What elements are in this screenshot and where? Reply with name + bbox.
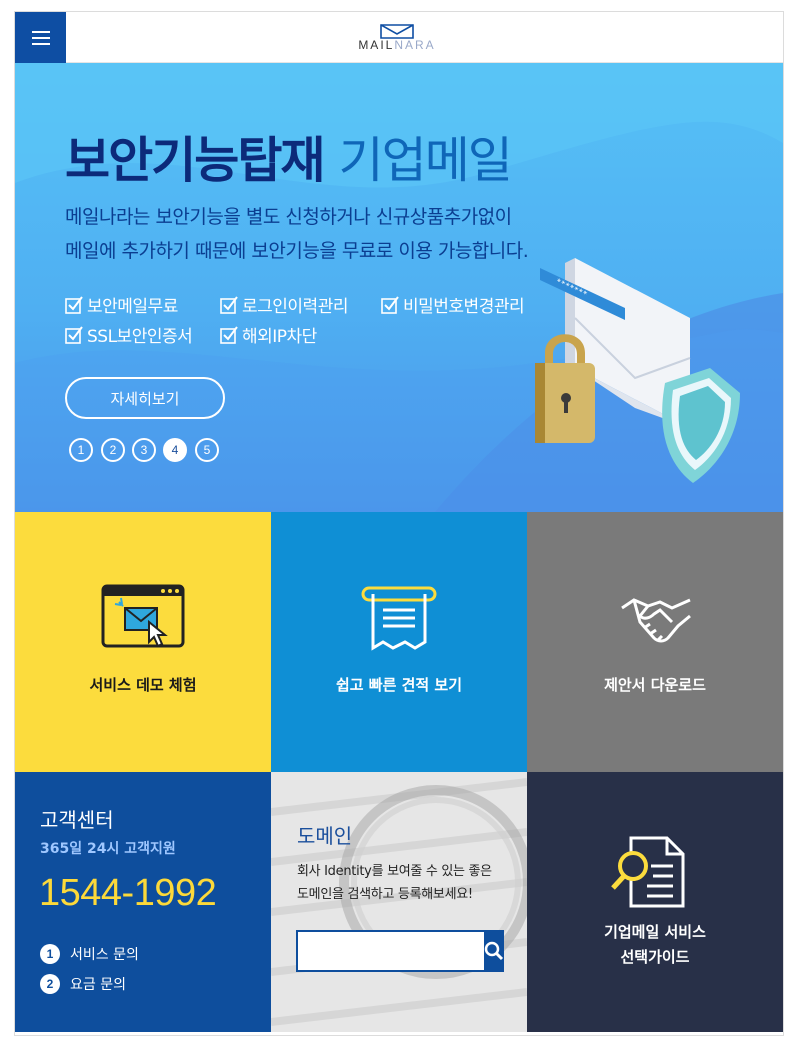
customer-center-panel: 고객센터 365일 24시 고객지원 1544-1992 1 서비스 문의 2 … xyxy=(15,772,271,1032)
magnifier-background-icon xyxy=(271,772,527,1032)
hero-description-line-1: 메일나라는 보안기능을 별도 신청하거나 신규상품추가없이 xyxy=(65,206,512,228)
hero-banner: 보안기능탑재 기업메일 메일나라는 보안기능을 별도 신청하거나 신규상품추가없… xyxy=(15,63,783,512)
tile-proposal-download-label: 제안서 다운로드 xyxy=(604,676,706,694)
shield-icon xyxy=(662,368,740,483)
guide-label-line-2: 선택가이드 xyxy=(620,948,690,966)
pricing-inquiry-link[interactable]: 2 요금 문의 xyxy=(40,974,126,994)
hero-title: 보안기능탑재 기업메일 xyxy=(65,121,513,192)
slide-dot-4[interactable]: 4 xyxy=(163,438,187,462)
pricing-inquiry-label: 요금 문의 xyxy=(70,977,126,993)
hero-description-line-2: 메일에 추가하기 때문에 보안기능을 무료로 이용 가능합니다. xyxy=(65,240,529,262)
handshake-icon xyxy=(621,598,691,643)
customer-center-title: 고객센터 xyxy=(40,808,114,832)
feature-login-history: 로그인이력관리 xyxy=(220,292,348,317)
domain-title: 도메인 xyxy=(297,824,353,848)
header: MAILNARA xyxy=(15,12,783,63)
more-details-button[interactable]: 자세히보기 xyxy=(65,377,225,419)
tile-service-demo[interactable]: 서비스 데모 체험 xyxy=(15,512,271,772)
tile-service-guide[interactable]: 기업메일 서비스선택가이드 xyxy=(527,772,783,1032)
feature-password-change: 비밀번호변경관리 xyxy=(381,292,525,317)
security-illustration: ******* xyxy=(535,258,740,483)
service-inquiry-link[interactable]: 1 서비스 문의 xyxy=(40,944,139,964)
item-number-badge: 1 xyxy=(40,944,60,964)
hero-title-main: 보안기능탑재 xyxy=(65,132,325,189)
slide-dot-2[interactable]: 2 xyxy=(101,438,125,462)
logo-text-nara: NARA xyxy=(394,38,436,52)
service-inquiry-label: 서비스 문의 xyxy=(70,947,139,963)
logo[interactable]: MAILNARA xyxy=(345,23,449,53)
feature-label: 비밀번호변경관리 xyxy=(403,297,525,317)
domain-description-line-2: 도메인을 검색하고 등록해보세요! xyxy=(297,887,473,902)
browser-mail-icon xyxy=(101,584,185,648)
domain-description-line-1: 회사 Identity를 보여줄 수 있는 좋은 xyxy=(297,864,492,879)
tile-service-demo-label: 서비스 데모 체험 xyxy=(89,676,197,694)
feature-ssl: SSL보안인증서 xyxy=(65,322,193,347)
logo-text-mail: MAIL xyxy=(358,38,395,52)
checkbox-icon xyxy=(220,325,238,344)
feature-foreign-ip-block: 해외IP차단 xyxy=(220,322,317,347)
tile-service-guide-label: 기업메일 서비스선택가이드 xyxy=(527,920,783,970)
slide-dot-3[interactable]: 3 xyxy=(132,438,156,462)
menu-icon xyxy=(31,30,50,45)
search-icon xyxy=(484,941,504,961)
feature-secure-mail: 보안메일무료 xyxy=(65,292,178,317)
feature-label: SSL보안인증서 xyxy=(87,327,193,347)
checkbox-icon xyxy=(65,325,83,344)
feature-label: 보안메일무료 xyxy=(87,297,178,317)
menu-button[interactable] xyxy=(15,12,66,63)
checkbox-icon xyxy=(65,295,83,314)
domain-search-box xyxy=(296,930,504,972)
customer-center-subtitle: 365일 24시 고객지원 xyxy=(40,841,176,857)
slide-dot-5[interactable]: 5 xyxy=(195,438,219,462)
page-frame: MAILNARA 보안기능탑재 기업메일 메일나라는 보안기능을 별도 신청하거… xyxy=(14,11,784,1036)
feature-label: 로그인이력관리 xyxy=(242,297,348,317)
domain-search-button[interactable] xyxy=(484,932,504,970)
checkbox-icon xyxy=(220,295,238,314)
tile-proposal-download[interactable]: 제안서 다운로드 xyxy=(527,512,783,772)
domain-search-panel: 도메인 회사 Identity를 보여줄 수 있는 좋은 도메인을 검색하고 등… xyxy=(271,772,527,1032)
guide-label-line-1: 기업메일 서비스 xyxy=(604,923,706,941)
checkbox-icon xyxy=(381,295,399,314)
logo-text: MAILNARA xyxy=(345,38,449,52)
slide-dot-1[interactable]: 1 xyxy=(69,438,93,462)
document-magnifier-icon xyxy=(611,836,685,908)
receipt-icon xyxy=(361,586,437,651)
feature-label: 해외IP차단 xyxy=(242,327,317,347)
tile-quick-quote-label: 쉽고 빠른 견적 보기 xyxy=(335,676,463,694)
domain-search-input[interactable] xyxy=(298,932,484,970)
mail-logo-icon xyxy=(380,24,414,39)
hero-title-accent: 기업메일 xyxy=(338,132,513,189)
tile-quick-quote[interactable]: 쉽고 빠른 견적 보기 xyxy=(271,512,527,772)
item-number-badge: 2 xyxy=(40,974,60,994)
customer-center-phone[interactable]: 1544-1992 xyxy=(39,872,217,915)
